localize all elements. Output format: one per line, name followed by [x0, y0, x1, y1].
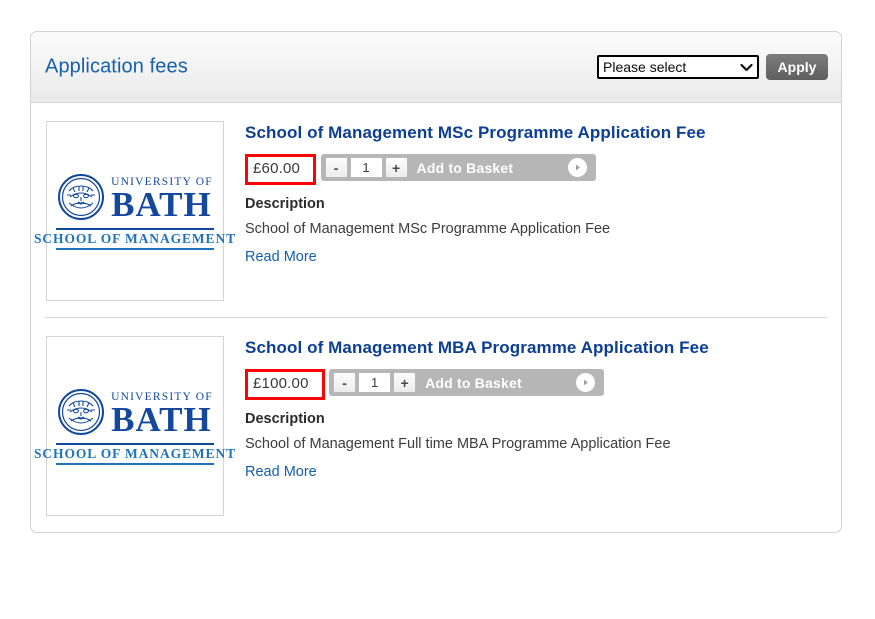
university-crest-icon	[57, 173, 105, 226]
read-more-link[interactable]: Read More	[245, 464, 317, 480]
university-of-bath-logo: UNIVERSITY OF BATH SCHOOL OF MANAGEMENT	[54, 388, 216, 465]
play-arrow-icon	[568, 158, 587, 177]
apply-button[interactable]: Apply	[766, 54, 828, 80]
add-to-basket-label: Add to Basket	[408, 160, 568, 176]
logo-top-row: UNIVERSITY OF BATH	[57, 388, 213, 441]
product-price: £100.00	[253, 375, 309, 392]
play-arrow-icon	[576, 373, 595, 392]
read-more-link[interactable]: Read More	[245, 249, 317, 265]
logo-divider-bottom	[56, 463, 214, 465]
page-root: Application fees Please select Apply	[0, 0, 875, 619]
product-image[interactable]: UNIVERSITY OF BATH SCHOOL OF MANAGEMENT	[46, 336, 224, 516]
description-heading: Description	[245, 196, 825, 212]
logo-line-bath: BATH	[111, 189, 213, 221]
fee-select-dropdown[interactable]: Please select	[597, 55, 759, 79]
add-to-basket-label: Add to Basket	[416, 375, 576, 391]
price-highlight-box: £100.00	[245, 369, 325, 400]
product-item: UNIVERSITY OF BATH SCHOOL OF MANAGEMENT …	[31, 318, 841, 532]
price-highlight-box: £60.00	[245, 154, 316, 185]
header-controls: Please select Apply	[597, 54, 828, 80]
chevron-down-icon	[735, 63, 757, 72]
fee-select-value: Please select	[599, 59, 735, 75]
description-text: School of Management MSc Programme Appli…	[245, 221, 825, 238]
product-info: School of Management MSc Programme Appli…	[224, 121, 825, 301]
quantity-increase-button[interactable]: +	[385, 157, 408, 178]
application-fees-panel: Application fees Please select Apply	[30, 31, 842, 533]
product-price: £60.00	[253, 160, 300, 177]
logo-wordmark: UNIVERSITY OF BATH	[111, 392, 213, 437]
description-text: School of Management Full time MBA Progr…	[245, 436, 825, 453]
page-title: Application fees	[45, 56, 188, 79]
quantity-increase-button[interactable]: +	[393, 372, 416, 393]
logo-divider-top	[56, 228, 214, 230]
add-to-basket-bar[interactable]: - + Add to Basket	[329, 369, 604, 396]
logo-wordmark: UNIVERSITY OF BATH	[111, 177, 213, 222]
panel-header: Application fees Please select Apply	[31, 32, 841, 103]
logo-divider-top	[56, 443, 214, 445]
quantity-decrease-button[interactable]: -	[333, 372, 356, 393]
product-title[interactable]: School of Management MSc Programme Appli…	[245, 123, 825, 143]
quantity-decrease-button[interactable]: -	[325, 157, 348, 178]
product-title[interactable]: School of Management MBA Programme Appli…	[245, 338, 825, 358]
add-to-basket-bar[interactable]: - + Add to Basket	[321, 154, 596, 181]
logo-line-school: SCHOOL OF MANAGEMENT	[34, 446, 236, 462]
description-heading: Description	[245, 411, 825, 427]
logo-divider-bottom	[56, 248, 214, 250]
logo-line-school: SCHOOL OF MANAGEMENT	[34, 231, 236, 247]
product-image[interactable]: UNIVERSITY OF BATH SCHOOL OF MANAGEMENT	[46, 121, 224, 301]
product-info: School of Management MBA Programme Appli…	[224, 336, 825, 516]
university-crest-icon	[57, 388, 105, 441]
logo-line-bath: BATH	[111, 404, 213, 436]
product-item: UNIVERSITY OF BATH SCHOOL OF MANAGEMENT …	[31, 103, 841, 317]
university-of-bath-logo: UNIVERSITY OF BATH SCHOOL OF MANAGEMENT	[54, 173, 216, 250]
quantity-input[interactable]	[350, 157, 383, 178]
product-list: UNIVERSITY OF BATH SCHOOL OF MANAGEMENT …	[31, 103, 841, 532]
quantity-input[interactable]	[358, 372, 391, 393]
logo-top-row: UNIVERSITY OF BATH	[57, 173, 213, 226]
